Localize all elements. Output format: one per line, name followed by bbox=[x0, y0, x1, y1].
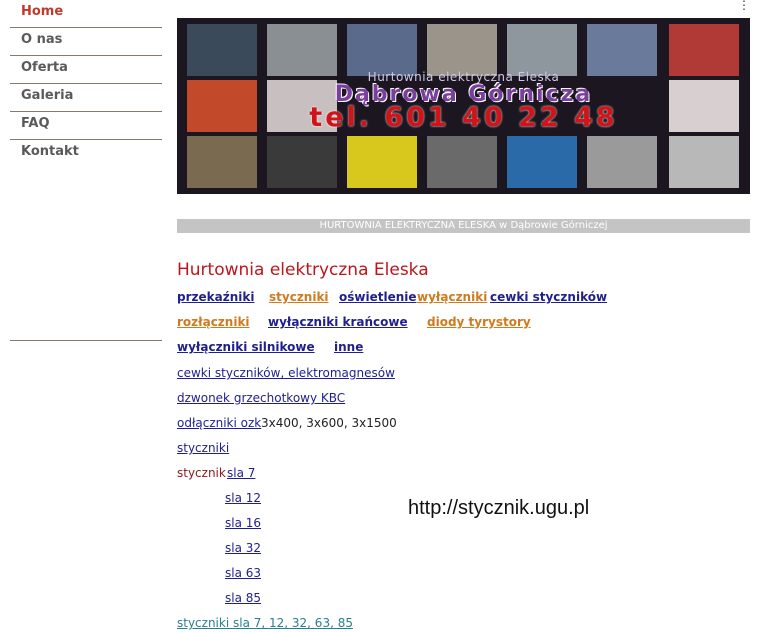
stycznik-label: stycznik bbox=[177, 466, 226, 480]
link-styczniki-sla[interactable]: styczniki sla 7, 12, 32, 63, 85 bbox=[177, 616, 353, 630]
nav-item-kontakt[interactable]: Kontakt bbox=[10, 140, 162, 168]
odlaczniki-sizes: 3x400, 3x600, 3x1500 bbox=[261, 416, 397, 430]
category-styczniki[interactable]: styczniki bbox=[269, 290, 329, 304]
banner-image: Hurtownia elektryczna Eleska Dąbrowa Gór… bbox=[177, 18, 750, 194]
subtitle-strip: HURTOWNIA ELEKTRYCZNA ELESKA w Dąbrowie … bbox=[177, 219, 750, 233]
url-watermark: http://stycznik.ugu.pl bbox=[408, 497, 590, 519]
category-wylaczniki-krancowe[interactable]: wyłączniki krańcowe bbox=[268, 315, 408, 329]
category-wylaczniki-silnikowe[interactable]: wyłączniki silnikowe bbox=[177, 340, 315, 354]
link-odlaczniki-ozk[interactable]: odłączniki ozk bbox=[177, 416, 261, 430]
category-oswietlenie[interactable]: oświetlenie bbox=[339, 290, 417, 304]
category-inne[interactable]: inne bbox=[334, 340, 363, 354]
link-styczniki[interactable]: styczniki bbox=[177, 441, 229, 455]
category-rozlaczniki[interactable]: rozłączniki bbox=[177, 315, 250, 329]
nav-item-faq[interactable]: FAQ bbox=[10, 112, 162, 140]
link-sla-16[interactable]: sla 16 bbox=[225, 516, 261, 530]
left-navigation: Home O nas Oferta Galeria FAQ Kontakt bbox=[10, 0, 162, 168]
category-cewki-stycznikow[interactable]: cewki styczników bbox=[490, 290, 607, 304]
link-cewki-elektromagnesow[interactable]: cewki styczników, elektromagnesów bbox=[177, 366, 395, 380]
category-diody-tyrystory[interactable]: diody tyrystory bbox=[427, 315, 531, 329]
nav-item-galeria[interactable]: Galeria bbox=[10, 84, 162, 112]
link-sla-12[interactable]: sla 12 bbox=[225, 491, 261, 505]
nav-item-oferta[interactable]: Oferta bbox=[10, 56, 162, 84]
nav-item-home[interactable]: Home bbox=[10, 0, 162, 28]
corner-mark: ⋮ bbox=[738, 0, 750, 12]
link-sla-85[interactable]: sla 85 bbox=[225, 591, 261, 605]
nav-divider bbox=[10, 340, 162, 341]
nav-item-o-nas[interactable]: O nas bbox=[10, 28, 162, 56]
category-przekazniki[interactable]: przekaźniki bbox=[177, 290, 254, 304]
link-sla-7[interactable]: sla 7 bbox=[227, 466, 255, 480]
link-sla-63[interactable]: sla 63 bbox=[225, 566, 261, 580]
category-wylaczniki[interactable]: wyłączniki bbox=[417, 290, 487, 304]
link-sla-32[interactable]: sla 32 bbox=[225, 541, 261, 555]
link-dzwonek-kbc[interactable]: dzwonek grzechotkowy KBC bbox=[177, 391, 345, 405]
page-heading: Hurtownia elektryczna Eleska bbox=[177, 260, 429, 280]
banner-phone: tel. 601 40 22 48 bbox=[309, 102, 618, 133]
